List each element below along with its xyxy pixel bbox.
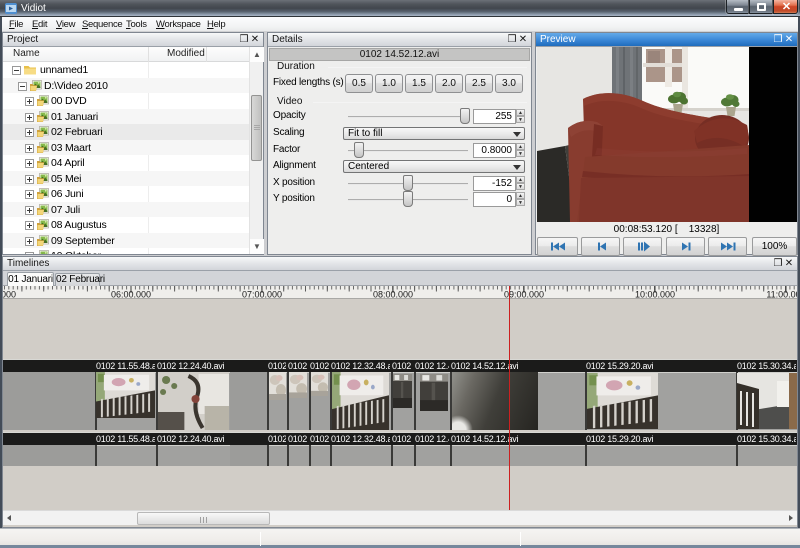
svg-text:000: 000 (3, 290, 16, 300)
svg-text:06:00.000: 06:00.000 (111, 290, 151, 300)
svg-text:11:00.000: 11:00.000 (766, 290, 797, 300)
svg-text:10:00.000: 10:00.000 (635, 290, 675, 300)
svg-text:08:00.000: 08:00.000 (373, 290, 413, 300)
svg-text:07:00.000: 07:00.000 (242, 290, 282, 300)
